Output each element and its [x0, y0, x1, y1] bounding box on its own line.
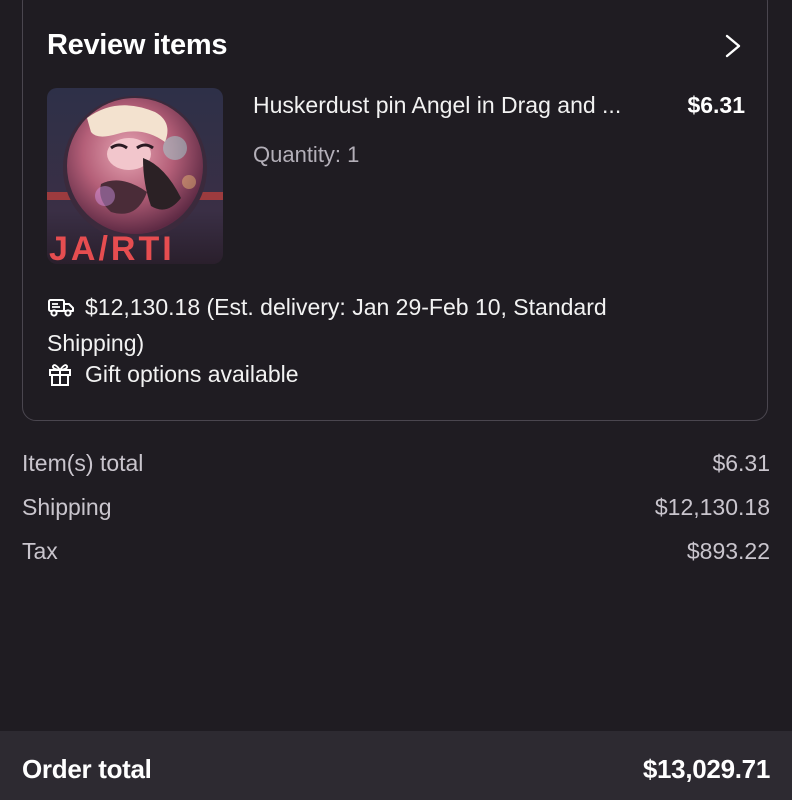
product-price: $6.31 — [687, 92, 745, 118]
product-quantity: Quantity: 1 — [253, 142, 360, 167]
summary-row-shipping: Shipping $12,130.18 — [22, 492, 770, 536]
review-items-title: Review items — [47, 29, 228, 61]
order-total-bar: Order total $13,029.71 — [0, 731, 792, 800]
order-summary: Item(s) total $6.31 Shipping $12,130.18 … — [22, 448, 770, 580]
gift-options[interactable]: Gift options available — [47, 359, 299, 389]
shipping-info: $12,130.18 (Est. delivery: Jan 29-Feb 10… — [47, 289, 687, 361]
product-thumbnail[interactable]: JA/RTI — [47, 88, 223, 264]
chevron-right-icon[interactable] — [722, 33, 744, 59]
svg-text:JA/RTI: JA/RTI — [49, 230, 175, 264]
summary-row-tax: Tax $893.22 — [22, 536, 770, 580]
gift-icon — [49, 364, 71, 386]
summary-label: Shipping — [22, 494, 112, 520]
summary-value: $6.31 — [712, 450, 770, 476]
review-items-card[interactable]: Review items JA/RTI Huskerdust pin Angel… — [22, 0, 768, 421]
order-total-label: Order total — [22, 754, 152, 784]
gift-options-text: Gift options available — [85, 361, 299, 387]
delivery-truck-icon — [48, 299, 74, 317]
summary-row-items-total: Item(s) total $6.31 — [22, 448, 770, 492]
order-total-value: $13,029.71 — [642, 754, 770, 784]
shipping-info-text: $12,130.18 (Est. delivery: Jan 29-Feb 10… — [47, 294, 607, 356]
summary-value: $893.22 — [686, 538, 770, 564]
summary-value: $12,130.18 — [654, 494, 770, 520]
product-name[interactable]: Huskerdust pin Angel in Drag and ... — [253, 92, 621, 119]
summary-label: Tax — [22, 538, 58, 564]
summary-label: Item(s) total — [22, 450, 144, 476]
